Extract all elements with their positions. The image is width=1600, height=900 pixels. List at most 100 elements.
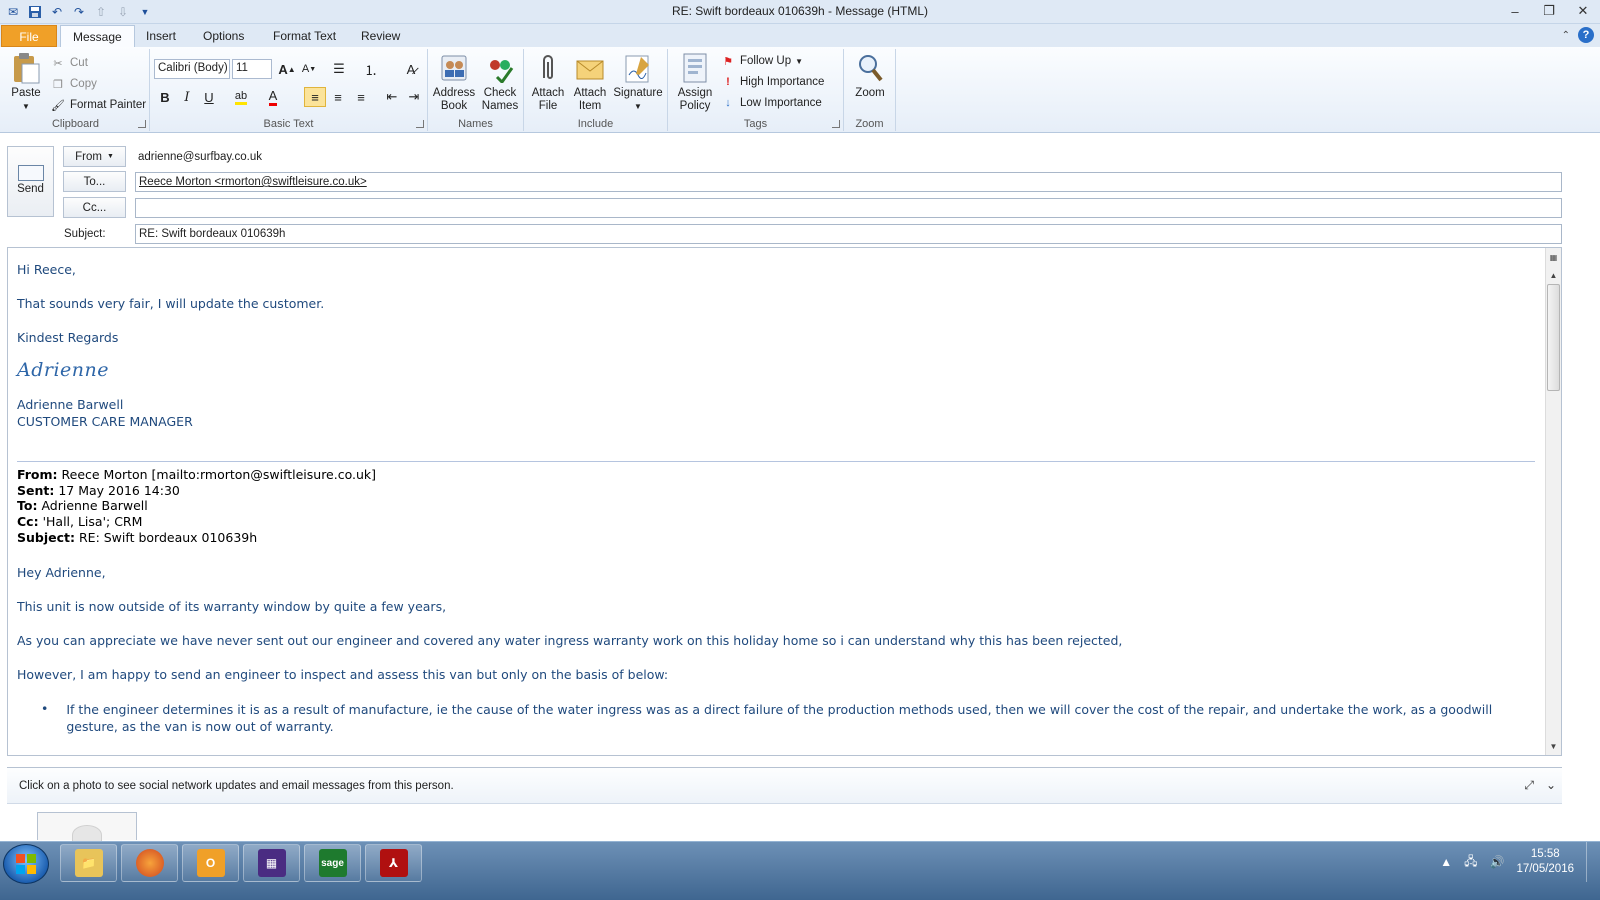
chevron-down-icon[interactable]: ⌄: [1546, 778, 1556, 793]
taskbar-acrobat[interactable]: ⅄: [365, 844, 422, 882]
tab-format-text[interactable]: Format Text: [261, 25, 348, 47]
taskbar: 📁 O ▦ sage ⅄ ▲ 🖧 🔊 15:58 17/05/2016: [0, 841, 1600, 900]
tray-expand-icon[interactable]: ▲: [1440, 855, 1452, 869]
to-field[interactable]: Reece Morton <rmorton@swiftleisure.co.uk…: [135, 172, 1562, 192]
clock[interactable]: 15:58 17/05/2016: [1516, 847, 1574, 877]
copy-button[interactable]: ❐ Copy: [50, 74, 97, 94]
signature-title: CUSTOMER CARE MANAGER: [17, 414, 193, 429]
from-button[interactable]: From ▼: [63, 146, 126, 167]
basic-text-group: Calibri (Body) 11 A ▲ A ▼ ☰ ⒈ A̷ B I U ab …: [150, 49, 428, 131]
low-importance-label: Low Importance: [740, 97, 822, 109]
align-left-icon[interactable]: ≡: [304, 87, 326, 107]
show-desktop-button[interactable]: [1586, 842, 1600, 882]
magnifier-icon: [854, 51, 886, 85]
scissors-icon: ✂: [53, 57, 63, 70]
scroll-thumb[interactable]: [1547, 284, 1560, 391]
tab-file[interactable]: File: [1, 25, 57, 47]
font-color-icon[interactable]: A: [262, 87, 284, 107]
send-envelope-icon: [17, 165, 44, 181]
numbering-icon[interactable]: ⒈: [360, 59, 382, 79]
tags-group: Assign Policy ⚑ Follow Up ▼ ! High Importan…: [668, 49, 844, 131]
volume-icon[interactable]: 🔊: [1489, 855, 1504, 869]
exclamation-icon: !: [726, 76, 730, 88]
font-name-combo[interactable]: Calibri (Body): [154, 59, 230, 79]
check-names-button[interactable]: Check Names: [478, 51, 522, 113]
basic-text-launcher-icon[interactable]: [416, 120, 424, 128]
taskbar-sage[interactable]: sage: [304, 844, 361, 882]
clipboard-launcher-icon[interactable]: [138, 120, 146, 128]
increase-indent-icon[interactable]: ⇥: [403, 87, 425, 107]
minimize-button[interactable]: –: [1498, 0, 1532, 22]
underline-button[interactable]: U: [198, 87, 220, 107]
message-body[interactable]: Hi Reece, That sounds very fair, I will …: [7, 247, 1562, 756]
quoted-subject-label: Subject:: [17, 529, 75, 545]
start-button[interactable]: [3, 844, 49, 884]
from-value: adrienne@surfbay.co.uk: [138, 151, 262, 163]
follow-up-button[interactable]: ⚑ Follow Up ▼: [720, 51, 803, 71]
tab-insert[interactable]: Insert: [134, 25, 188, 47]
taskbar-app[interactable]: ▦: [243, 844, 300, 882]
include-group: Attach File Attach Item Signature ▼ Incl…: [524, 49, 668, 131]
expand-icon[interactable]: ⤢: [1524, 778, 1534, 793]
low-importance-button[interactable]: ↓ Low Importance: [720, 93, 822, 113]
contact-photo[interactable]: [37, 812, 137, 845]
attach-item-button[interactable]: Attach Item: [570, 51, 610, 113]
align-center-icon[interactable]: ≡: [327, 87, 349, 107]
windows-logo-icon: [16, 854, 36, 874]
help-icon[interactable]: ?: [1578, 27, 1594, 43]
clear-formatting-icon[interactable]: A̷: [400, 59, 422, 79]
grid-app-icon: ▦: [257, 849, 286, 877]
attach-item-label: Attach Item: [573, 87, 607, 112]
italic-button[interactable]: I: [176, 87, 198, 107]
ruler-icon[interactable]: ▦: [1546, 250, 1561, 265]
address-book-button[interactable]: Address Book: [432, 51, 476, 113]
font-size-combo[interactable]: 11: [232, 59, 272, 79]
scroll-up-icon[interactable]: ▲: [1546, 268, 1561, 283]
signature-button[interactable]: Signature ▼: [612, 51, 664, 113]
tags-launcher-icon[interactable]: [832, 120, 840, 128]
quoted-bullet: • If the engineer determines it is as a …: [17, 701, 1535, 735]
to-button[interactable]: To...: [63, 171, 126, 192]
subject-field[interactable]: RE: Swift bordeaux 010639h: [135, 224, 1562, 244]
bold-button[interactable]: B: [154, 87, 176, 107]
network-icon[interactable]: 🖧: [1464, 852, 1477, 873]
high-importance-button[interactable]: ! High Importance: [720, 72, 824, 92]
cc-button[interactable]: Cc...: [63, 197, 126, 218]
align-right-icon[interactable]: ≡: [350, 87, 372, 107]
decrease-indent-icon[interactable]: ⇤: [381, 87, 403, 107]
quoted-sent-value: 17 May 2016 14:30: [58, 482, 180, 498]
close-button[interactable]: ✕: [1566, 0, 1600, 22]
cc-field[interactable]: [135, 198, 1562, 218]
shrink-font-icon[interactable]: A ▼: [298, 59, 320, 79]
tab-message[interactable]: Message: [60, 25, 135, 47]
quoted-from-label: From:: [17, 467, 58, 482]
restore-button[interactable]: ❐: [1532, 0, 1566, 22]
minimize-ribbon-icon[interactable]: ⌃: [1562, 30, 1570, 41]
bullets-icon[interactable]: ☰: [328, 59, 350, 79]
tab-review[interactable]: Review: [349, 25, 412, 47]
quoted-header: From: Reece Morton [mailto:rmorton@swift…: [17, 467, 1535, 546]
grow-font-icon[interactable]: A ▲: [276, 59, 298, 79]
taskbar-outlook[interactable]: O: [182, 844, 239, 882]
paste-button[interactable]: Paste ▼: [6, 51, 46, 113]
zoom-button[interactable]: Zoom: [848, 51, 892, 100]
to-recipient[interactable]: Reece Morton <rmorton@swiftleisure.co.uk…: [139, 176, 367, 188]
cut-button[interactable]: ✂ Cut: [50, 53, 88, 73]
body-scrollbar[interactable]: ▦ ▲ ▼: [1545, 248, 1561, 755]
attach-file-button[interactable]: Attach File: [528, 51, 568, 113]
highlight-icon[interactable]: ab: [230, 87, 252, 107]
people-pane: Click on a photo to see social network u…: [7, 767, 1562, 845]
taskbar-firefox[interactable]: [121, 844, 178, 882]
taskbar-explorer[interactable]: 📁: [60, 844, 117, 882]
assign-policy-button[interactable]: Assign Policy: [672, 51, 718, 113]
tab-options[interactable]: Options: [191, 25, 256, 47]
signature-name: Adrienne Barwell: [17, 397, 124, 412]
scroll-down-icon[interactable]: ▼: [1546, 739, 1561, 754]
format-painter-button[interactable]: 🖌 Format Painter: [50, 95, 146, 115]
quoted-to-value: Adrienne Barwell: [41, 498, 148, 514]
signature-icon: [622, 51, 654, 85]
send-button[interactable]: Send: [7, 146, 54, 217]
quoted-paragraph-2: As you can appreciate we have never sent…: [17, 632, 1123, 648]
closing: Kindest Regards: [17, 330, 119, 345]
quoted-paragraph-1: This unit is now outside of its warranty…: [17, 598, 447, 614]
